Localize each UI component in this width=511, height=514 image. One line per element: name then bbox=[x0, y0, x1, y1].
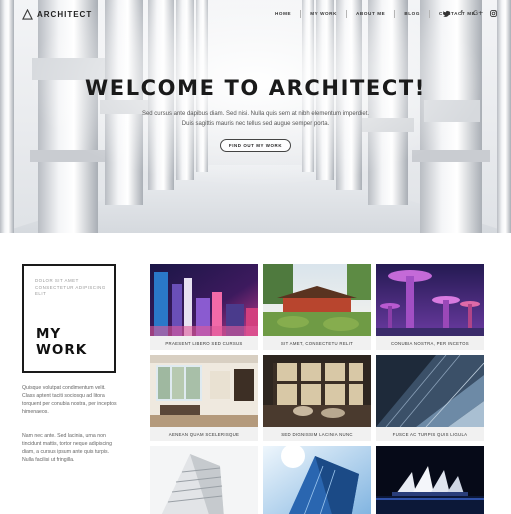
my-work-paragraph-2: Nam nec ante. Sed lacinia, urna non tinc… bbox=[22, 433, 112, 464]
gallery-item[interactable] bbox=[263, 446, 371, 514]
gallery-image-temple[interactable] bbox=[263, 264, 371, 336]
my-work-panel: DOLOR SIT AMET CONSECTETUR ADIPISCING EL… bbox=[22, 264, 116, 373]
hero-subtitle-line2: Duis sagittis mauris nec tellus sed augu… bbox=[181, 121, 330, 127]
gallery-image-sunroom[interactable] bbox=[263, 355, 371, 427]
gallery-item[interactable]: PRAESENT LIBERO SED CURSUS bbox=[150, 264, 258, 350]
facebook-icon[interactable]: f bbox=[458, 10, 465, 19]
gallery-item[interactable]: SED DIGNISSIM LACINIA NUNC bbox=[263, 355, 371, 441]
instagram-icon[interactable] bbox=[490, 10, 497, 19]
gallery-caption: SED DIGNISSIM LACINIA NUNC bbox=[263, 427, 371, 441]
nav-item-blog[interactable]: BLOG bbox=[397, 11, 427, 18]
gallery-image-blue-skyscraper[interactable] bbox=[263, 446, 371, 514]
my-work-kicker: DOLOR SIT AMET CONSECTETUR ADIPISCING EL… bbox=[35, 278, 106, 296]
gallery-image-glass-building[interactable] bbox=[376, 355, 484, 427]
gallery-item[interactable]: CONUBIA NOSTRA, PER INCETOS bbox=[376, 264, 484, 350]
menu-divider bbox=[346, 10, 348, 18]
hero-subtitle-line1: Sed cursus ante dapibus diam. Sed nisi. … bbox=[141, 111, 370, 117]
twitter-icon[interactable] bbox=[443, 10, 450, 19]
menu-divider bbox=[429, 10, 430, 18]
gallery-caption: SIT AMET, CONSECTETU RELIT bbox=[263, 336, 371, 350]
brand-logo[interactable]: ARCHITECT bbox=[22, 9, 92, 20]
my-work-heading: MY WORK bbox=[36, 326, 88, 358]
top-navigation: ARCHITECT HOME MY WORK ABOUT ME BLOG CON… bbox=[0, 0, 511, 30]
menu-divider bbox=[394, 10, 396, 18]
gallery-item[interactable] bbox=[376, 446, 484, 514]
nav-item-my-work[interactable]: MY WORK bbox=[303, 11, 344, 18]
gallery-item[interactable]: SIT AMET, CONSECTETU RELIT bbox=[263, 264, 371, 350]
nav-item-home[interactable]: HOME bbox=[268, 11, 298, 18]
nav-item-about-me[interactable]: ABOUT ME bbox=[349, 11, 392, 18]
my-work-paragraph-1: Quisque volutpat condimentum velit. Clas… bbox=[22, 385, 117, 416]
gallery-image-supertrees[interactable] bbox=[376, 264, 484, 336]
gallery-image-white-tower[interactable] bbox=[150, 446, 258, 514]
menu-divider bbox=[300, 10, 302, 18]
gallery-item[interactable]: FUSCE AC TURPIS QUIS LIGULA bbox=[376, 355, 484, 441]
google-plus-icon[interactable]: G+ bbox=[473, 10, 483, 19]
gallery-image-city-night[interactable] bbox=[150, 264, 258, 336]
gallery-caption: FUSCE AC TURPIS QUIS LIGULA bbox=[376, 427, 484, 441]
gallery-caption: AENEAN QUAM SCELERISQUE bbox=[150, 427, 258, 441]
social-links: f G+ bbox=[443, 10, 497, 19]
find-out-my-work-button[interactable]: FIND OUT MY WORK bbox=[220, 139, 291, 152]
hero-section: ARCHITECT HOME MY WORK ABOUT ME BLOG CON… bbox=[0, 0, 511, 233]
gallery-image-living-room[interactable] bbox=[150, 355, 258, 427]
hero-title: WELCOME TO ARCHITECT! bbox=[84, 76, 426, 100]
gallery-caption: PRAESENT LIBERO SED CURSUS bbox=[150, 336, 258, 350]
brand-name: ARCHITECT bbox=[37, 10, 93, 19]
gallery-item[interactable]: AENEAN QUAM SCELERISQUE bbox=[150, 355, 258, 441]
gallery-caption: CONUBIA NOSTRA, PER INCETOS bbox=[376, 336, 484, 350]
gallery-item[interactable] bbox=[150, 446, 258, 514]
logo-triangle-icon bbox=[22, 9, 33, 20]
gallery-image-opera-house[interactable] bbox=[376, 446, 484, 514]
